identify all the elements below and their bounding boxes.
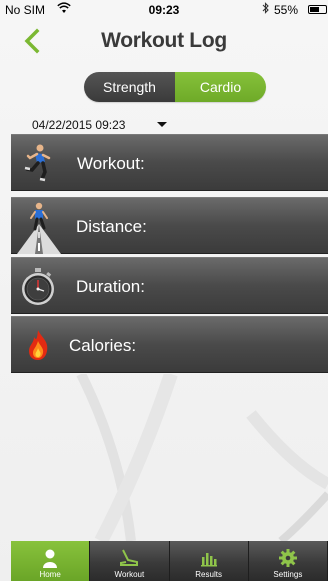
bar-chart-icon — [200, 553, 217, 567]
runner-icon — [23, 143, 53, 188]
field-label-duration: Duration: — [76, 277, 145, 296]
date-value: 04/22/2015 09:23 — [32, 118, 126, 132]
tab-label-workout: Workout — [114, 570, 145, 579]
field-label-distance: Distance: — [76, 217, 147, 236]
tab-workout[interactable]: Workout — [90, 541, 170, 581]
road-runner-icon — [17, 202, 61, 259]
background-decoration — [76, 374, 328, 541]
field-row-duration[interactable]: Duration: — [11, 257, 328, 314]
page-title: Workout Log — [101, 29, 227, 52]
bluetooth-icon — [262, 2, 270, 17]
stopwatch-icon — [21, 268, 55, 311]
segment-cardio[interactable]: Cardio — [175, 72, 266, 102]
flame-icon — [25, 329, 51, 366]
segment-strength[interactable]: Strength — [84, 72, 175, 102]
app-screen: No SIM 09:23 55% Workout Log Strength Ca… — [0, 0, 328, 581]
status-bar: No SIM 09:23 55% — [0, 0, 328, 20]
tab-label-settings: Settings — [273, 570, 303, 579]
date-picker[interactable]: 04/22/2015 09:23 — [32, 117, 192, 133]
field-label-workout: Workout: — [77, 154, 145, 173]
tab-home[interactable]: Home — [11, 541, 91, 581]
tab-bar: Home Workout Results Settings — [11, 541, 328, 581]
battery-percent: 55% — [274, 3, 299, 17]
field-row-calories[interactable]: Calories: — [11, 316, 328, 373]
field-row-workout[interactable]: Workout: — [11, 134, 328, 191]
tab-settings[interactable]: Settings — [248, 541, 328, 581]
person-icon — [43, 549, 58, 568]
field-label-calories: Calories: — [69, 336, 137, 355]
caret-down-icon[interactable] — [157, 122, 167, 127]
field-row-distance[interactable]: Distance: — [11, 197, 328, 254]
gear-icon — [278, 549, 297, 567]
tab-label-results: Results — [195, 570, 222, 579]
tab-label-home: Home — [39, 570, 61, 579]
battery-icon — [308, 5, 327, 14]
tab-results[interactable]: Results — [169, 541, 249, 581]
workout-type-segmented-control: Strength Cardio — [84, 72, 266, 102]
treadmill-icon — [120, 549, 139, 566]
